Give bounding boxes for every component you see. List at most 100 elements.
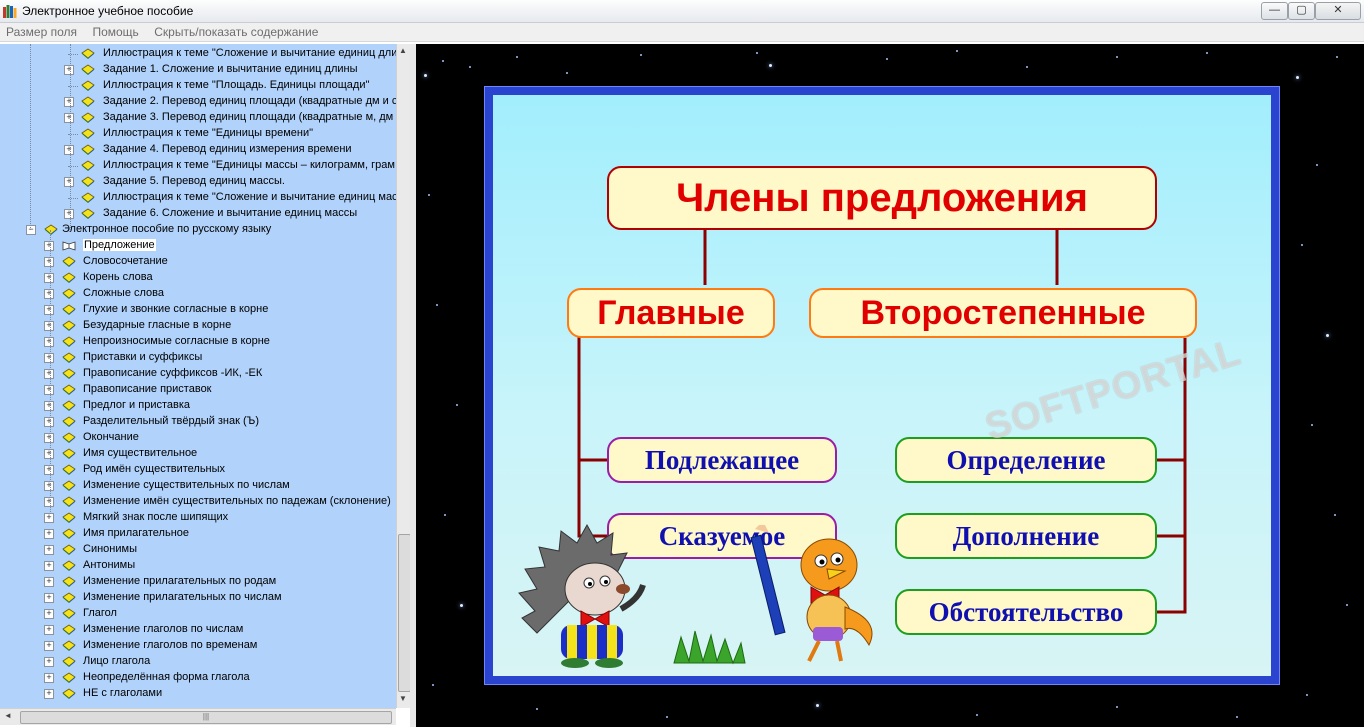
tree-node-label[interactable]: Лицо глагола xyxy=(83,655,150,667)
tree-node-label[interactable]: Неопределённая форма глагола xyxy=(83,671,250,683)
expand-icon[interactable]: + xyxy=(44,401,54,411)
tree-node-label[interactable]: Задание 5. Перевод единиц массы. xyxy=(103,175,285,187)
tree-node-label[interactable]: Антонимы xyxy=(83,559,135,571)
tree-node-label[interactable]: Мягкий знак после шипящих xyxy=(83,511,228,523)
tree-node[interactable]: + Непроизносимые согласные в корне xyxy=(0,334,396,350)
tree-node-label[interactable]: Иллюстрация к теме "Площадь. Единицы пло… xyxy=(103,79,369,91)
tree-node[interactable]: + Задание 4. Перевод единиц измерения вре… xyxy=(0,142,396,158)
tree-node[interactable]: Иллюстрация к теме "Сложение и вычитание… xyxy=(0,46,396,62)
tree-node[interactable]: + Род имён существительных xyxy=(0,462,396,478)
tree-node[interactable]: + Задание 1. Сложение и вычитание единиц … xyxy=(0,62,396,78)
tree-node[interactable]: + Синонимы xyxy=(0,542,396,558)
expand-icon[interactable]: + xyxy=(44,465,54,475)
tree-node[interactable]: + Задание 3. Перевод единиц площади (квад… xyxy=(0,110,396,126)
expand-icon[interactable]: + xyxy=(44,513,54,523)
tree-node[interactable]: + Изменение глаголов по временам xyxy=(0,638,396,654)
expand-icon[interactable]: + xyxy=(44,353,54,363)
contents-tree[interactable]: Иллюстрация к теме "Сложение и вычитание… xyxy=(0,44,396,708)
tree-node-label[interactable]: НЕ с глаголами xyxy=(83,687,162,699)
tree-node[interactable]: + Мягкий знак после шипящих xyxy=(0,510,396,526)
expand-icon[interactable]: + xyxy=(44,305,54,315)
tree-node-label[interactable]: Глагол xyxy=(83,607,117,619)
expand-icon[interactable]: + xyxy=(64,97,74,107)
tree-node[interactable]: + Изменение существительных по числам xyxy=(0,478,396,494)
tree-node-label[interactable]: Непроизносимые согласные в корне xyxy=(83,335,270,347)
tree-node-label[interactable]: Задание 3. Перевод единиц площади (квадр… xyxy=(103,111,393,123)
tree-node[interactable]: + Разделительный твёрдый знак (Ъ) xyxy=(0,414,396,430)
tree-node-label[interactable]: Иллюстрация к теме "Единицы массы – кило… xyxy=(103,159,395,171)
tree-node[interactable]: + Изменение прилагательных по родам xyxy=(0,574,396,590)
expand-icon[interactable]: + xyxy=(44,561,54,571)
expand-icon[interactable]: + xyxy=(44,689,54,699)
tree-node-label[interactable]: Иллюстрация к теме "Единицы времени" xyxy=(103,127,313,139)
tree-node-label[interactable]: Безударные гласные в корне xyxy=(83,319,231,331)
tree-node[interactable]: + Изменение глаголов по числам xyxy=(0,622,396,638)
tree-node[interactable]: + Имя прилагательное xyxy=(0,526,396,542)
tree-node[interactable]: + Изменение прилагательных по числам xyxy=(0,590,396,606)
tree-node[interactable]: + Приставки и суффиксы xyxy=(0,350,396,366)
tree-node-label[interactable]: Глухие и звонкие согласные в корне xyxy=(83,303,268,315)
tree-node-label[interactable]: Имя прилагательное xyxy=(83,527,189,539)
expand-icon[interactable]: + xyxy=(44,529,54,539)
tree-node[interactable]: + Сложные слова xyxy=(0,286,396,302)
expand-icon[interactable]: + xyxy=(44,417,54,427)
tree-node[interactable]: + Изменение имён существительных по падеж… xyxy=(0,494,396,510)
expand-icon[interactable]: + xyxy=(44,673,54,683)
tree-node-label[interactable]: Изменение имён существительных по падежа… xyxy=(83,495,391,507)
expand-icon[interactable]: + xyxy=(44,625,54,635)
tree-node-label[interactable]: Правописание приставок xyxy=(83,383,212,395)
tree-node[interactable]: + Окончание xyxy=(0,430,396,446)
tree-node[interactable]: + Задание 2. Перевод единиц площади (квад… xyxy=(0,94,396,110)
tree-node-label[interactable]: Иллюстрация к теме "Сложение и вычитание… xyxy=(103,191,396,203)
expand-icon[interactable]: + xyxy=(64,209,74,219)
tree-node[interactable]: + Глухие и звонкие согласные в корне xyxy=(0,302,396,318)
scroll-left-icon[interactable]: ◄ xyxy=(4,711,12,720)
tree-node[interactable]: + Предлог и приставка xyxy=(0,398,396,414)
tree-node-label[interactable]: Предлог и приставка xyxy=(83,399,190,411)
tree-node-label[interactable]: Задание 1. Сложение и вычитание единиц д… xyxy=(103,63,358,75)
tree-node-label[interactable]: Изменение глаголов по числам xyxy=(83,623,243,635)
expand-icon[interactable]: + xyxy=(44,241,54,251)
expand-icon[interactable]: + xyxy=(44,273,54,283)
tree-node[interactable]: − Электронное пособие по русскому языку xyxy=(0,222,396,238)
expand-icon[interactable]: + xyxy=(44,337,54,347)
tree-node[interactable]: + НЕ с глаголами xyxy=(0,686,396,702)
tree-node-label[interactable]: Окончание xyxy=(83,431,139,443)
expand-icon[interactable]: + xyxy=(44,641,54,651)
maximize-button[interactable]: ▢ xyxy=(1288,2,1315,20)
expand-icon[interactable]: + xyxy=(44,369,54,379)
tree-node[interactable]: + Правописание приставок xyxy=(0,382,396,398)
expand-icon[interactable]: + xyxy=(44,257,54,267)
tree-node-label[interactable]: Синонимы xyxy=(83,543,137,555)
tree-node[interactable]: Иллюстрация к теме "Единицы массы – кило… xyxy=(0,158,396,174)
tree-node[interactable]: + Предложение xyxy=(0,238,396,254)
tree-node-label[interactable]: Задание 6. Сложение и вычитание единиц м… xyxy=(103,207,357,219)
tree-node[interactable]: + Глагол xyxy=(0,606,396,622)
expand-icon[interactable]: + xyxy=(44,321,54,331)
tree-node-label[interactable]: Иллюстрация к теме "Сложение и вычитание… xyxy=(103,47,396,59)
expand-icon[interactable]: + xyxy=(44,433,54,443)
expand-icon[interactable]: + xyxy=(64,145,74,155)
tree-node-label[interactable]: Сложные слова xyxy=(83,287,164,299)
expand-icon[interactable]: + xyxy=(64,177,74,187)
expand-icon[interactable]: + xyxy=(44,385,54,395)
tree-node-label[interactable]: Корень слова xyxy=(83,271,153,283)
tree-node-label[interactable]: Задание 2. Перевод единиц площади (квадр… xyxy=(103,95,396,107)
scroll-down-icon[interactable]: ▼ xyxy=(399,694,407,703)
tree-node-label-selected[interactable]: Предложение xyxy=(83,239,156,251)
collapse-icon[interactable]: − xyxy=(26,225,36,235)
expand-icon[interactable]: + xyxy=(44,289,54,299)
tree-node[interactable]: + Задание 5. Перевод единиц массы. xyxy=(0,174,396,190)
horizontal-scroll-thumb[interactable]: ||| xyxy=(20,711,392,724)
expand-icon[interactable]: + xyxy=(44,481,54,491)
tree-vertical-scrollbar[interactable]: ▲ ▼ xyxy=(396,44,411,708)
tree-node-label[interactable]: Электронное пособие по русскому языку xyxy=(62,223,271,235)
close-button[interactable]: ✕ xyxy=(1315,2,1361,20)
tree-node[interactable]: + Правописание суффиксов -ИК, -ЕК xyxy=(0,366,396,382)
tree-node-label[interactable]: Правописание суффиксов -ИК, -ЕК xyxy=(83,367,262,379)
expand-icon[interactable]: + xyxy=(64,113,74,123)
tree-node-label[interactable]: Приставки и суффиксы xyxy=(83,351,202,363)
tree-node-label[interactable]: Задание 4. Перевод единиц измерения врем… xyxy=(103,143,352,155)
tree-node-label[interactable]: Имя существительное xyxy=(83,447,197,459)
expand-icon[interactable]: + xyxy=(44,449,54,459)
